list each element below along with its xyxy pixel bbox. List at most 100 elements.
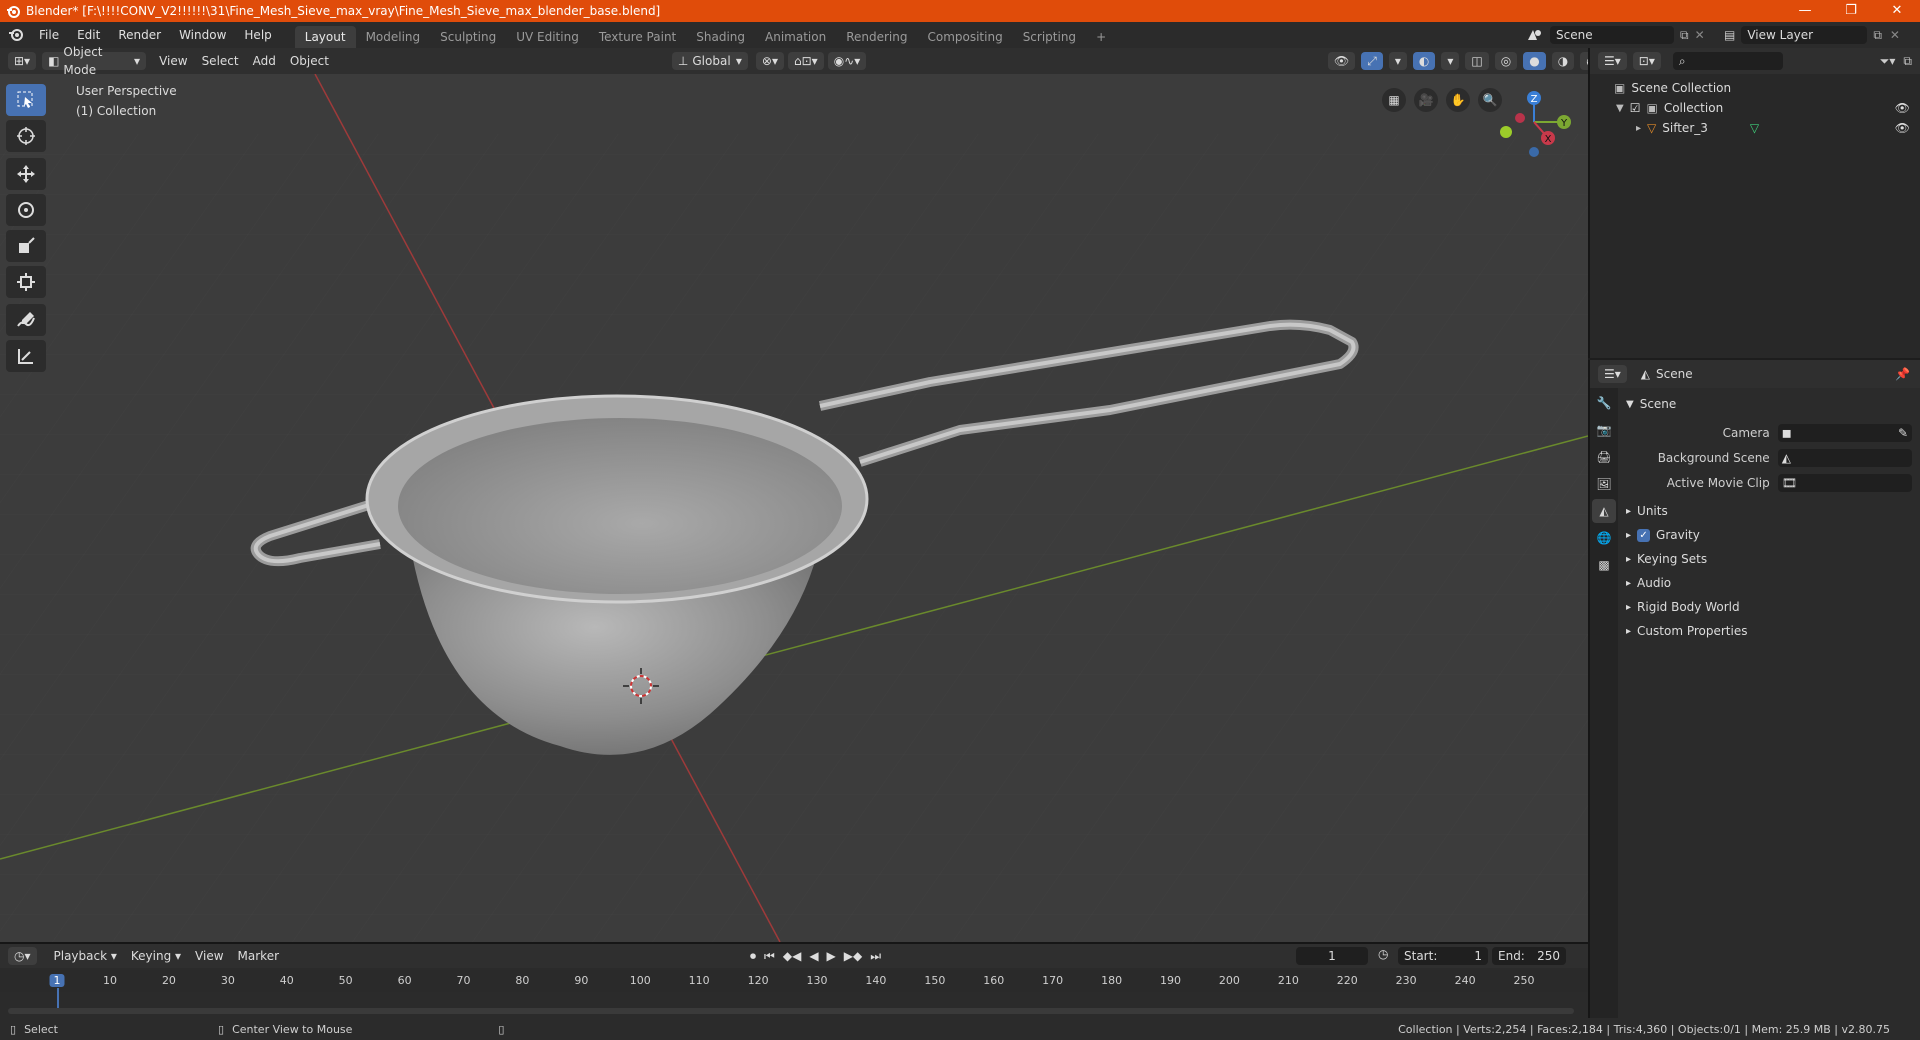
- play-reverse-icon[interactable]: ◀: [809, 949, 818, 963]
- properties-editor-type-icon[interactable]: ☰▾: [1598, 365, 1627, 383]
- gizmo-z-label[interactable]: Z: [1531, 94, 1538, 105]
- jump-keyframe-forward-icon[interactable]: ▶◆: [844, 949, 862, 963]
- grid-view-icon[interactable]: ▦: [1382, 88, 1406, 112]
- outliner-editor-type-icon[interactable]: ☰▾: [1598, 52, 1627, 70]
- timeline-editor-type-icon[interactable]: ◷▾: [8, 947, 37, 965]
- pin-icon[interactable]: 📌: [1895, 367, 1910, 381]
- expand-arrow-icon[interactable]: ▸: [1636, 123, 1641, 134]
- output-tab-icon[interactable]: 🖨: [1592, 445, 1616, 469]
- material-shading-icon[interactable]: ◑: [1551, 52, 1575, 70]
- timeline-menu-playback[interactable]: Playback ▾: [47, 949, 124, 963]
- move-tool-icon[interactable]: [6, 158, 46, 190]
- eye-icon[interactable]: 👁: [1895, 101, 1910, 115]
- new-collection-icon[interactable]: ⧉: [1903, 54, 1912, 69]
- cursor-tool-icon[interactable]: [6, 120, 46, 152]
- timeline-menu-view[interactable]: View: [188, 949, 230, 963]
- tool-tab-icon[interactable]: 🔧: [1592, 391, 1616, 415]
- menu-window[interactable]: Window: [170, 22, 235, 48]
- filter-icon[interactable]: ⏷▾: [1880, 54, 1896, 69]
- remove-scene-icon[interactable]: ✕: [1695, 28, 1705, 42]
- maximize-button[interactable]: ❐: [1828, 0, 1874, 22]
- select-box-tool-icon[interactable]: [6, 84, 46, 116]
- end-frame-field[interactable]: End: 250: [1492, 947, 1566, 965]
- pivot-point-icon[interactable]: ⊗▾: [755, 52, 784, 70]
- tab-compositing[interactable]: Compositing: [917, 26, 1012, 48]
- remove-view-layer-icon[interactable]: ✕: [1890, 28, 1900, 42]
- outliner-search-input[interactable]: ⌕: [1672, 52, 1783, 70]
- expand-arrow-icon[interactable]: ▼: [1616, 103, 1624, 114]
- new-scene-icon[interactable]: ⧉: [1680, 28, 1689, 43]
- blender-menu-icon[interactable]: [0, 22, 30, 48]
- world-tab-icon[interactable]: 🌐: [1592, 526, 1616, 550]
- tree-row-collection[interactable]: ▼ ☑ ▣ Collection 👁: [1590, 98, 1920, 118]
- viewport-menu-select[interactable]: Select: [195, 54, 246, 68]
- display-mode-icon[interactable]: ⊡▾: [1632, 52, 1661, 70]
- section-rigid-body-world[interactable]: ▸ Rigid Body World: [1626, 595, 1912, 619]
- zoom-icon[interactable]: 🔍: [1478, 88, 1502, 112]
- current-frame-field[interactable]: 1: [1296, 947, 1368, 965]
- gizmo-y-label[interactable]: Y: [1560, 118, 1568, 129]
- gravity-checkbox[interactable]: ✓: [1637, 528, 1651, 542]
- tab-scripting[interactable]: Scripting: [1013, 26, 1086, 48]
- scene-icon[interactable]: [1524, 26, 1550, 44]
- tab-animation[interactable]: Animation: [755, 26, 836, 48]
- gizmo-toggle-icon[interactable]: ⤢: [1361, 52, 1383, 70]
- scene-tab-icon[interactable]: ◭: [1592, 499, 1616, 523]
- timeline-ruler[interactable]: 1 10 20 30 40 50 60 70 80 90 100 110 120 130 140 150 160…: [0, 970, 1588, 1010]
- tree-row-sifter[interactable]: ▸ ▽ Sifter_3 ▽ 👁: [1590, 118, 1920, 138]
- camera-view-icon[interactable]: 🎥: [1414, 88, 1438, 112]
- 3d-viewport[interactable]: Z Y X User Perspective (1) Collection ▦ …: [0, 74, 1588, 942]
- viewport-scene[interactable]: Z Y X: [0, 74, 1588, 942]
- menu-file[interactable]: File: [30, 22, 68, 48]
- timeline-scrollbar[interactable]: [8, 1008, 1574, 1014]
- stopwatch-icon[interactable]: ◷: [1378, 947, 1388, 961]
- new-view-layer-icon[interactable]: ⧉: [1873, 28, 1882, 43]
- tab-layout[interactable]: Layout: [294, 26, 356, 48]
- add-workspace-button[interactable]: +: [1086, 26, 1116, 48]
- editor-type-icon[interactable]: ⊞▾: [8, 52, 37, 70]
- eye-icon[interactable]: 👁: [1895, 121, 1910, 135]
- annotate-tool-icon[interactable]: [6, 304, 46, 336]
- scale-tool-icon[interactable]: [6, 230, 46, 262]
- section-keying-sets[interactable]: ▸ Keying Sets: [1626, 547, 1912, 571]
- solid-shading-icon[interactable]: ●: [1523, 52, 1546, 70]
- start-frame-field[interactable]: Start: 1: [1398, 947, 1488, 965]
- view-layer-field[interactable]: View Layer: [1741, 26, 1868, 44]
- background-scene-field[interactable]: ◭: [1777, 448, 1912, 467]
- viewport-menu-object[interactable]: Object: [283, 54, 336, 68]
- gizmo-options-icon[interactable]: ▾: [1388, 52, 1407, 70]
- section-custom-properties[interactable]: ▸ Custom Properties: [1626, 619, 1912, 643]
- tab-sculpting[interactable]: Sculpting: [430, 26, 506, 48]
- playhead-frame-indicator[interactable]: 1: [49, 974, 65, 987]
- tab-texture-paint[interactable]: Texture Paint: [589, 26, 686, 48]
- section-gravity[interactable]: ▸ ✓ Gravity: [1626, 523, 1912, 547]
- active-movie-clip-field[interactable]: 🎞: [1777, 473, 1912, 492]
- wireframe-shading-icon[interactable]: ◎: [1494, 52, 1518, 70]
- section-audio[interactable]: ▸ Audio: [1626, 571, 1912, 595]
- xray-icon[interactable]: ◫: [1465, 52, 1489, 70]
- view-layer-tab-icon[interactable]: 🖼: [1592, 472, 1616, 496]
- scene-field[interactable]: Scene: [1550, 26, 1674, 44]
- tab-rendering[interactable]: Rendering: [836, 26, 917, 48]
- section-scene[interactable]: ▼ Scene: [1626, 392, 1912, 416]
- jump-end-icon[interactable]: ⏭: [870, 949, 881, 964]
- measure-tool-icon[interactable]: [6, 340, 46, 372]
- overlay-options-icon[interactable]: ▾: [1441, 52, 1460, 70]
- play-icon[interactable]: ▶: [827, 949, 836, 963]
- transform-orientation-dropdown[interactable]: ⊥ Global ▾: [671, 52, 748, 70]
- rotate-tool-icon[interactable]: [6, 194, 46, 226]
- record-icon[interactable]: ⏺: [750, 949, 756, 964]
- proportional-edit-icon[interactable]: ◉∿▾: [827, 52, 867, 70]
- overlay-toggle-icon[interactable]: ◐: [1412, 52, 1436, 70]
- tab-shading[interactable]: Shading: [686, 26, 755, 48]
- mode-dropdown[interactable]: ◧ Object Mode ▾: [42, 45, 147, 77]
- camera-field[interactable]: ◼ ✎: [1777, 423, 1912, 442]
- playhead-line[interactable]: [57, 988, 59, 1010]
- jump-keyframe-back-icon[interactable]: ◆◀: [783, 949, 801, 963]
- checkbox-icon[interactable]: ☑: [1630, 101, 1641, 115]
- eyedropper-icon[interactable]: ✎: [1898, 426, 1908, 440]
- texture-tab-icon[interactable]: ▩: [1592, 553, 1616, 577]
- timeline-menu-marker[interactable]: Marker: [231, 949, 286, 963]
- snap-icon[interactable]: ⌂⊡▾: [788, 52, 824, 70]
- section-units[interactable]: ▸ Units: [1626, 499, 1912, 523]
